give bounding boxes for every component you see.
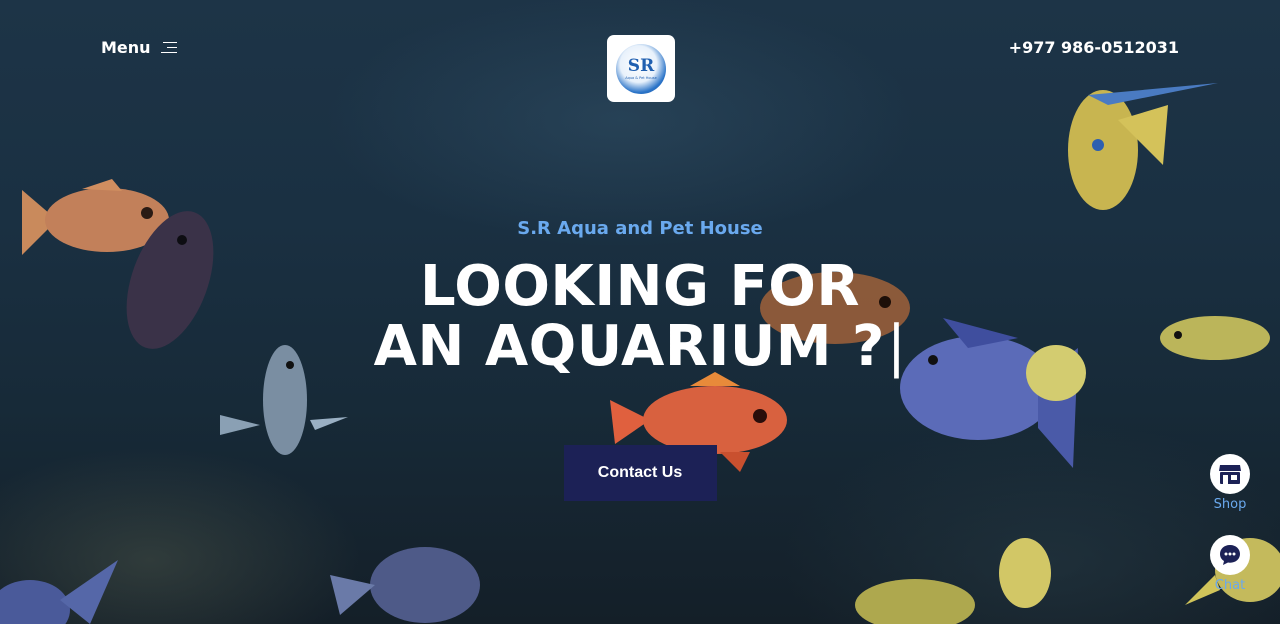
phone-number[interactable]: +977 986-0512031	[1009, 38, 1179, 57]
hero-content: S.R Aqua and Pet House LOOKING FOR AN AQ…	[0, 218, 1280, 501]
chat-label: Chat	[1214, 578, 1246, 593]
logo-emblem: SR Aqua & Pet House	[616, 43, 666, 94]
hero-headline: LOOKING FOR AN AQUARIUM ?|	[0, 257, 1280, 377]
menu-button[interactable]: Menu	[101, 38, 177, 57]
top-navigation: Menu SR Aqua & Pet House +977 986-051203…	[0, 0, 1280, 110]
hero-subtitle: S.R Aqua and Pet House	[517, 218, 763, 239]
fish-decoration	[855, 579, 975, 624]
shop-icon-circle	[1210, 454, 1250, 494]
chat-icon-circle	[1210, 535, 1250, 575]
shop-float-button[interactable]: Shop	[1209, 454, 1251, 512]
contact-us-button[interactable]: Contact Us	[563, 445, 717, 501]
fish-decoration	[0, 560, 118, 624]
headline-line-1: LOOKING FOR	[420, 254, 860, 319]
typing-cursor: |	[887, 314, 907, 379]
fish-decoration	[330, 547, 480, 623]
logo-subtext: Aqua & Pet House	[625, 75, 657, 80]
shop-label: Shop	[1213, 497, 1247, 512]
site-logo[interactable]: SR Aqua & Pet House	[607, 35, 675, 102]
headline-line-2: AN AQUARIUM ?	[373, 314, 885, 379]
chat-float-button[interactable]: Chat	[1209, 535, 1251, 593]
logo-letters: SR	[627, 55, 655, 76]
chat-bubble-icon	[1220, 545, 1240, 565]
menu-label: Menu	[101, 38, 151, 57]
storefront-icon	[1219, 465, 1241, 484]
fish-decoration	[999, 538, 1051, 608]
hamburger-icon	[160, 41, 177, 55]
